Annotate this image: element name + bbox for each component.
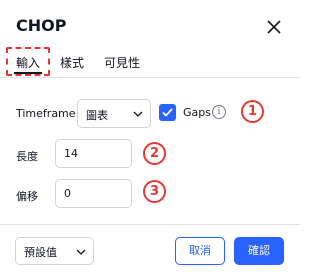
offset-input[interactable]: 0	[55, 179, 132, 208]
offset-value: 0	[64, 187, 71, 200]
chevron-down-icon	[76, 249, 86, 255]
gaps-checkbox[interactable]	[159, 104, 176, 121]
indicator-settings-dialog: CHOP 輸入 樣式 可見性 Timeframe 圖表 Gaps i 1 長度 …	[0, 0, 300, 275]
ok-button[interactable]: 確認	[234, 237, 284, 265]
annotation-badge-2: 2	[143, 142, 166, 165]
chevron-down-icon	[133, 111, 143, 117]
gaps-label: Gaps	[183, 106, 211, 119]
annotation-badge-3: 3	[143, 180, 166, 203]
timeframe-value: 圖表	[86, 109, 108, 122]
length-label: 長度	[16, 150, 38, 163]
length-input[interactable]: 14	[55, 139, 132, 168]
timeframe-label: Timeframe	[16, 107, 76, 120]
tab-style[interactable]: 樣式	[60, 52, 84, 74]
length-value: 14	[64, 147, 78, 160]
tab-divider	[0, 77, 300, 78]
footer-divider	[0, 224, 300, 225]
offset-label: 偏移	[16, 190, 38, 203]
dialog-title: CHOP	[16, 16, 67, 35]
annotation-badge-1: 1	[241, 100, 264, 123]
timeframe-select[interactable]: 圖表	[77, 99, 151, 128]
tab-visibility[interactable]: 可見性	[104, 52, 140, 74]
info-icon[interactable]: i	[212, 105, 226, 119]
defaults-label: 預設值	[24, 246, 57, 259]
tab-annotation-box	[6, 47, 50, 76]
cancel-button[interactable]: 取消	[175, 237, 225, 265]
close-icon[interactable]	[265, 18, 283, 36]
defaults-dropdown[interactable]: 預設值	[15, 237, 94, 265]
check-icon	[162, 108, 173, 117]
